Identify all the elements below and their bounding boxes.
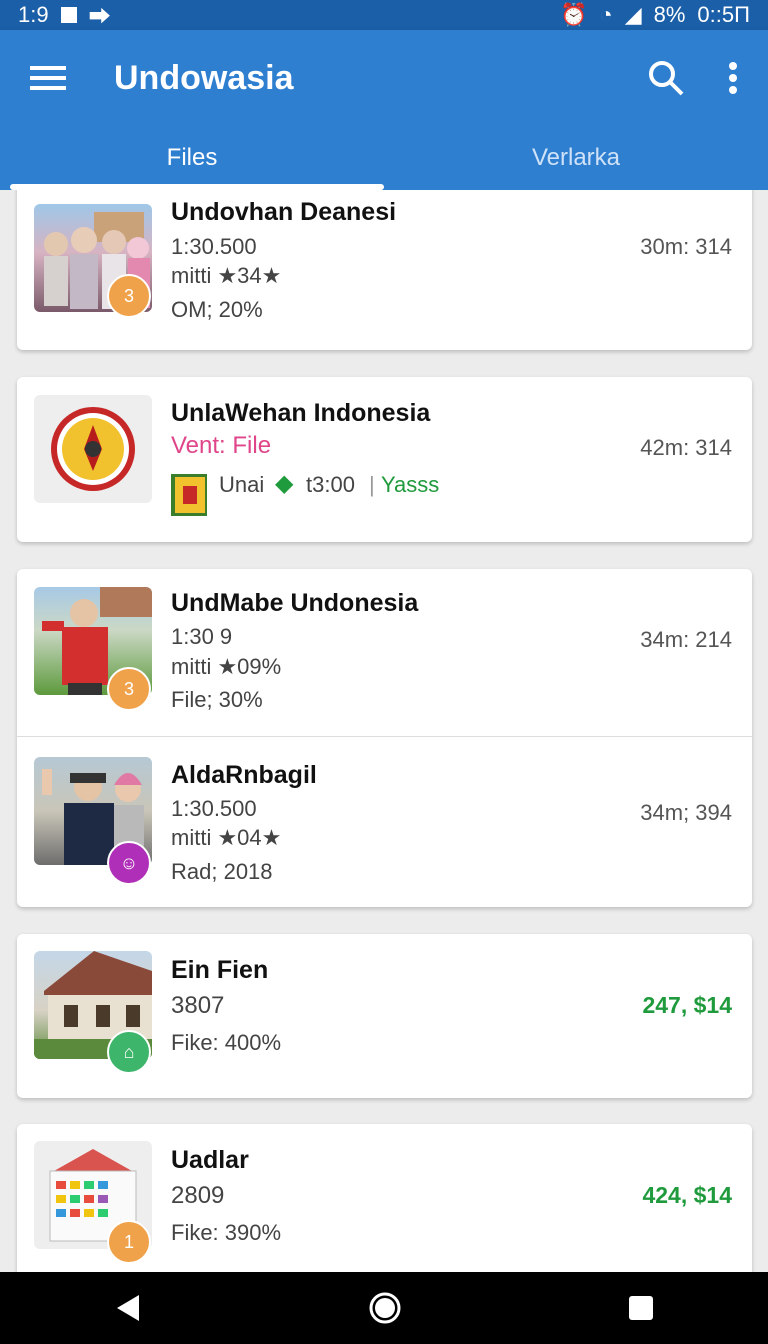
item-name: AldaRnbagil (171, 761, 317, 789)
signal-icon: ◢ (624, 2, 642, 27)
item-line: mitti ★34★ (171, 263, 282, 288)
list-item[interactable]: 3 UndMabe Undonesia 1:30 9 mitti ★09% Fi… (17, 569, 752, 736)
item-badge: 3 (107, 274, 151, 318)
home-icon[interactable] (368, 1291, 402, 1325)
item-name: UnlaWehan Indonesia (171, 399, 431, 427)
item-badge: ⌂ (107, 1030, 151, 1074)
menu-icon[interactable] (30, 64, 66, 92)
item-name: Uadlar (171, 1146, 249, 1174)
more-options-icon[interactable] (728, 61, 738, 95)
stack-icon: ◆ (275, 470, 294, 497)
recents-icon[interactable] (627, 1294, 655, 1322)
tab-files[interactable]: Files (0, 126, 384, 190)
item-meta: 30m: 314 (640, 234, 732, 259)
item-line: OM; 20% (171, 297, 263, 322)
item-subtitle: Vent: File (171, 432, 272, 459)
item-badge: 1 (107, 1220, 151, 1264)
item-line: mitti ★09% (171, 654, 282, 679)
file-list: 3 Undovhan Deanesi 1:30.500 mitti ★34★ O… (0, 190, 768, 1272)
item-line: 2809 (171, 1182, 225, 1209)
book-icon (171, 474, 207, 516)
search-icon[interactable] (648, 60, 684, 96)
list-item[interactable]: ☺ AldaRnbagil 1:30.500 mitti ★04★ Rad; 2… (17, 737, 752, 907)
status-bar: 1:9 ⮕ ⏰ ◔ ◢ 8% 0::5Π (0, 0, 768, 30)
item-owner: Unai (219, 472, 265, 497)
item-line: Fike: 400% (171, 1030, 282, 1055)
list-item[interactable]: 3 Undovhan Deanesi 1:30.500 mitti ★34★ O… (17, 190, 752, 350)
item-line: mitti ★04★ (171, 825, 282, 850)
alarm-icon: ⏰ (559, 2, 588, 27)
back-icon[interactable] (113, 1293, 143, 1323)
item-name: Ein Fien (171, 956, 269, 984)
item-line: Rad; 2018 (171, 859, 273, 884)
list-item[interactable]: ⌂ Ein Fien 3807 Fike: 400% 247, $14 (17, 934, 752, 1098)
item-meta: 247, $14 (642, 992, 732, 1018)
emblem-icon (51, 407, 135, 491)
item-time: t3:00 (306, 472, 355, 497)
item-badge: 3 (107, 667, 151, 711)
wifi-icon: ◔ (599, 2, 613, 27)
item-meta: 34m: 214 (640, 627, 732, 652)
item-name: UndMabe Undonesia (171, 589, 419, 617)
tab-bar: Files Verlarka (0, 126, 768, 190)
item-meta: 34m; 394 (640, 800, 732, 825)
status-time: 1:9 (18, 2, 49, 27)
tab-verlarka[interactable]: Verlarka (384, 126, 768, 190)
status-clock: 0::5Π (697, 2, 750, 27)
item-status: Yasss (381, 472, 440, 497)
navigation-bar (0, 1272, 768, 1344)
item-separator: | (369, 472, 375, 497)
notification-icon (60, 7, 77, 23)
item-line: 1:30 9 (171, 624, 233, 649)
battery-text: 8% (653, 2, 686, 27)
item-line: 3807 (171, 992, 225, 1019)
app-bar: Undowasia (0, 30, 768, 126)
list-group: 3 UndMabe Undonesia 1:30 9 mitti ★09% Fi… (17, 569, 752, 907)
item-name: Undovhan Deanesi (171, 198, 397, 226)
item-meta: 42m: 314 (640, 435, 732, 460)
cast-icon: ⮕ (88, 4, 111, 29)
app-title: Undowasia (114, 58, 294, 97)
item-badge: ☺ (107, 841, 151, 885)
item-thumbnail (34, 395, 152, 503)
item-line: Fike: 390% (171, 1220, 282, 1245)
item-line: File; 30% (171, 687, 263, 712)
item-line: 1:30.500 (171, 234, 257, 259)
item-meta: 424, $14 (642, 1182, 732, 1208)
list-item[interactable]: UnlaWehan Indonesia Vent: File Unai ◆ t3… (17, 377, 752, 542)
list-item[interactable]: 1 Uadlar 2809 Fike: 390% 424, $14 (17, 1124, 752, 1272)
item-line: 1:30.500 (171, 796, 257, 821)
